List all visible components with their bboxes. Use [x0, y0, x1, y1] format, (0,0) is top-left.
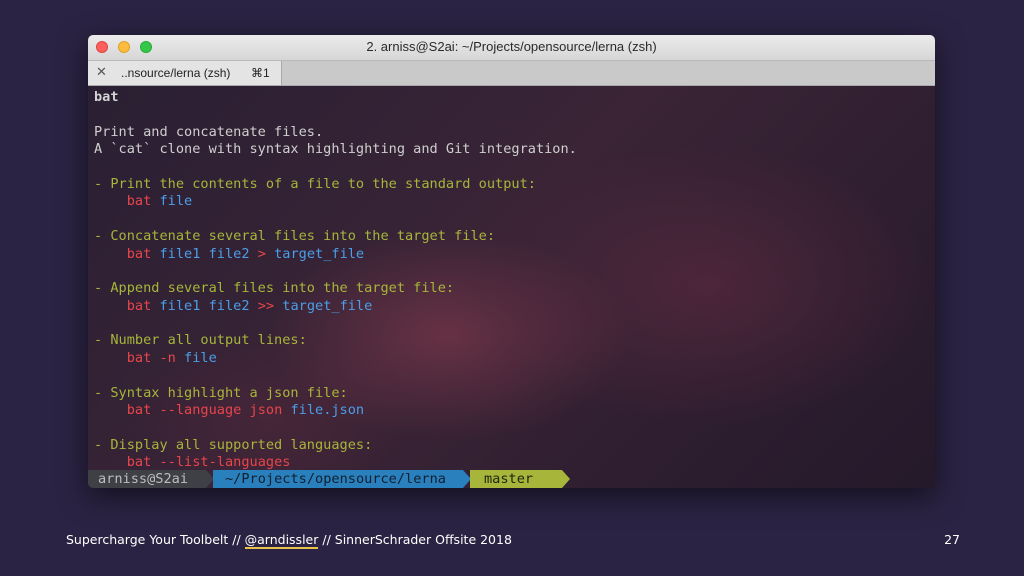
- prompt-user: arniss@S2ai: [88, 470, 206, 488]
- description-line: Print and concatenate files.: [94, 123, 324, 140]
- example-command: bat file1 file2 >> target_file: [94, 298, 577, 315]
- example-description: - Append several files into the target f…: [94, 280, 455, 297]
- examples-list: - Print the contents of a file to the st…: [94, 159, 577, 472]
- page-number: 27: [944, 532, 960, 547]
- command-heading: bat: [94, 89, 119, 105]
- command-name: bat: [126, 193, 152, 210]
- terminal-lines: bat Print and concatenate files. A `cat`…: [94, 89, 577, 472]
- command-argument: file: [151, 193, 193, 210]
- command-name: bat: [126, 349, 152, 366]
- tab-zsh[interactable]: ✕ ..nsource/lerna (zsh) ⌘1: [88, 61, 282, 85]
- description-line: A `cat` clone with syntax highlighting a…: [94, 141, 577, 158]
- twitter-handle-link[interactable]: @arndissler: [244, 532, 319, 549]
- example-description: - Number all output lines:: [94, 332, 307, 349]
- shell-prompt: arniss@S2ai ~/Projects/opensource/lerna …: [88, 470, 935, 488]
- command-argument: file1 file2: [151, 297, 258, 314]
- example-command: bat file: [94, 193, 577, 210]
- tab-shortcut: ⌘1: [251, 66, 270, 80]
- command-argument: --list-languages: [151, 454, 291, 471]
- prompt-path: ~/Projects/opensource/lerna: [213, 470, 463, 488]
- tab-label: ..nsource/lerna (zsh): [121, 66, 231, 80]
- prompt-git-branch: master: [470, 470, 562, 488]
- example-description: - Syntax highlight a json file:: [94, 384, 348, 401]
- command-argument: target_file: [274, 297, 373, 314]
- command-name: bat: [126, 297, 152, 314]
- command-argument: -n: [151, 349, 176, 366]
- prompt-separator: [562, 470, 570, 488]
- example-command: bat file1 file2 > target_file: [94, 246, 577, 263]
- close-icon[interactable]: ✕: [96, 64, 107, 80]
- example-description: - Concatenate several files into the tar…: [94, 228, 496, 245]
- example-description: - Display all supported languages:: [94, 436, 373, 453]
- slide-footer: Supercharge Your Toolbelt // @arndissler…: [66, 532, 512, 549]
- command-argument: >: [257, 245, 266, 262]
- tab-bar: ✕ ..nsource/lerna (zsh) ⌘1: [88, 61, 935, 86]
- command-name: bat: [126, 402, 152, 419]
- terminal-output[interactable]: bat Print and concatenate files. A `cat`…: [88, 86, 935, 488]
- command-argument: --language json: [151, 402, 283, 419]
- example-command: bat --language json file.json: [94, 402, 577, 419]
- title-bar: 2. arniss@S2ai: ~/Projects/opensource/le…: [88, 35, 935, 61]
- command-argument: .json: [323, 402, 365, 419]
- terminal-window: 2. arniss@S2ai: ~/Projects/opensource/le…: [88, 35, 935, 488]
- command-argument: file: [175, 349, 217, 366]
- command-name: bat: [126, 245, 152, 262]
- command-argument: target_file: [265, 245, 365, 262]
- window-title: 2. arniss@S2ai: ~/Projects/opensource/le…: [366, 39, 657, 54]
- command-argument: file: [282, 402, 324, 419]
- example-command: bat --list-languages: [94, 454, 577, 471]
- command-argument: file1 file2: [151, 245, 258, 262]
- command-argument: >>: [257, 297, 275, 314]
- footer-title: Supercharge Your Toolbelt //: [66, 532, 245, 547]
- example-command: bat -n file: [94, 350, 577, 367]
- command-name: bat: [126, 454, 152, 471]
- footer-event: // SinnerSchrader Offsite 2018: [318, 532, 512, 547]
- branch-name: master: [484, 471, 534, 487]
- example-description: - Print the contents of a file to the st…: [94, 175, 536, 192]
